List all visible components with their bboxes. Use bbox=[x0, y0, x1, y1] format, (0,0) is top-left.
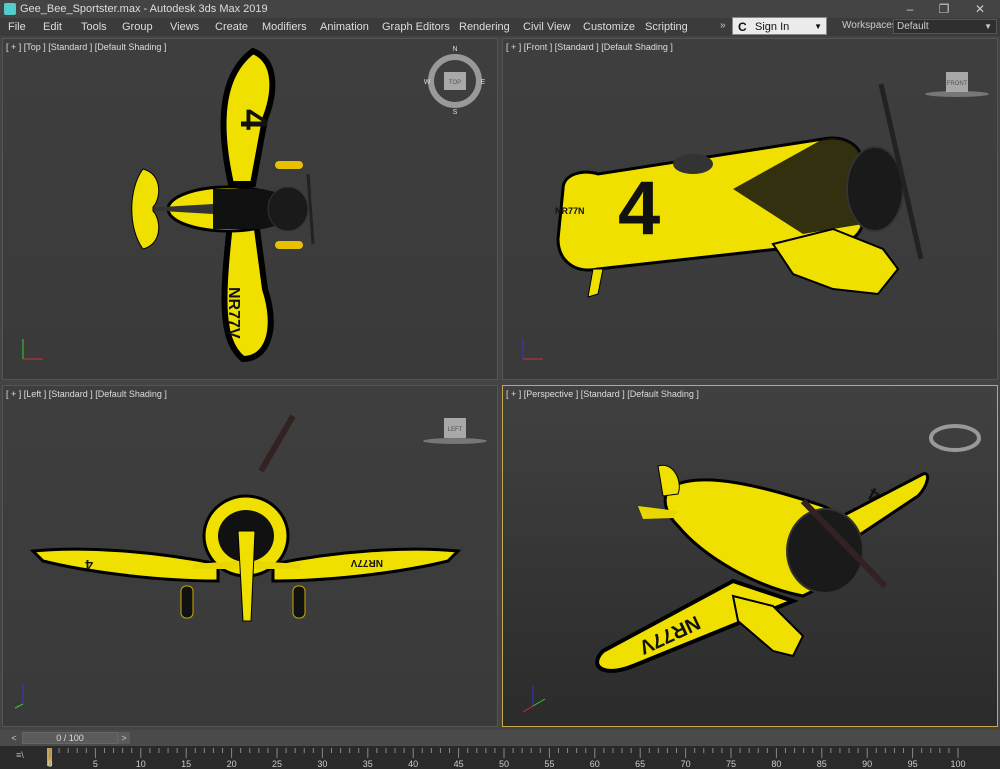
menu-group[interactable]: Group bbox=[122, 20, 153, 34]
compass-w: W bbox=[424, 79, 431, 86]
minimize-button[interactable]: – bbox=[893, 0, 927, 18]
viewport-top[interactable]: 4 NR77V N S W E TOP [ + ] [Top ] [Standa… bbox=[2, 38, 498, 380]
plane-number: 4 bbox=[85, 557, 93, 573]
ruler-tick-label: 55 bbox=[544, 759, 555, 769]
ruler-tick-label: 35 bbox=[362, 759, 373, 769]
viewport-top-canvas: 4 NR77V N S W E TOP bbox=[22, 46, 486, 363]
plane-number: 4 bbox=[618, 166, 660, 251]
ruler-tick-label: 80 bbox=[771, 759, 782, 769]
time-slider-bar: < 0 / 100 > bbox=[0, 730, 1000, 746]
ruler-tick-label: 75 bbox=[725, 759, 737, 769]
ruler-tick-label: 5 bbox=[92, 759, 98, 769]
viewport-left-canvas: 4 NR77V LEFT bbox=[14, 414, 487, 709]
plane-number: 4 bbox=[232, 109, 274, 130]
ruler-tick-label: 50 bbox=[498, 759, 510, 769]
axis-gizmo bbox=[522, 339, 543, 360]
view-cube-compass[interactable]: N S W E TOP bbox=[424, 46, 486, 116]
axis-gizmo bbox=[522, 686, 546, 713]
maximize-button[interactable]: ❐ bbox=[927, 0, 961, 18]
viewport-front-canvas: 4 NR77N FRONT bbox=[522, 72, 989, 360]
workspaces-label: Workspaces: bbox=[842, 20, 900, 31]
title-bar: Gee_Bee_Sportster.max - Autodesk 3ds Max… bbox=[0, 0, 1000, 18]
app-icon bbox=[4, 3, 16, 15]
sign-in-dropdown[interactable]: C Sign In ▼ bbox=[732, 17, 827, 35]
viewport-top-label[interactable]: [ + ] [Top ] [Standard ] [Default Shadin… bbox=[6, 42, 166, 52]
viewport-front-label[interactable]: [ + ] [Front ] [Standard ] [Default Shad… bbox=[506, 42, 673, 52]
ruler-tick-label: 30 bbox=[317, 759, 328, 769]
axis-gizmo bbox=[22, 339, 43, 360]
ruler-tick-label: 45 bbox=[453, 759, 464, 769]
ruler-tick-label: 20 bbox=[226, 759, 237, 769]
workspaces-select[interactable]: Default ▼ bbox=[893, 19, 997, 34]
chevron-down-icon: ▼ bbox=[984, 22, 992, 31]
window-title: Gee_Bee_Sportster.max - Autodesk 3ds Max… bbox=[20, 3, 268, 15]
overflow-chevron-icon[interactable]: » bbox=[720, 20, 726, 31]
ruler-tick-label: 100 bbox=[950, 759, 966, 769]
ruler-tick-label: 15 bbox=[181, 759, 192, 769]
plane-registration: NR77V bbox=[225, 287, 242, 339]
ruler-tick-label: 90 bbox=[862, 759, 873, 769]
time-slider[interactable]: 0 / 100 bbox=[22, 732, 118, 744]
ruler-tick-label: 25 bbox=[271, 759, 283, 769]
sign-in-label: Sign In bbox=[755, 21, 790, 33]
track-bar[interactable]: ≡\ 0 5 10 15 20 25 30 35 40 45 50 55 60 65 70 75 80 85 90 9… bbox=[0, 746, 1000, 769]
viewport-left[interactable]: 4 NR77V LEFT [ + ] [Left ] [Standard ] [… bbox=[2, 385, 498, 727]
viewport-perspective-label[interactable]: [ + ] [Perspective ] [Standard ] [Defaul… bbox=[506, 389, 699, 399]
previous-frame-button[interactable]: < bbox=[8, 732, 20, 744]
ruler-tick-label: 40 bbox=[408, 759, 419, 769]
compass-n: N bbox=[452, 46, 457, 53]
menu-modifiers[interactable]: Modifiers bbox=[262, 20, 307, 34]
chevron-down-icon: ▼ bbox=[814, 22, 822, 31]
plane-registration: NR77V bbox=[350, 557, 383, 568]
menu-animation[interactable]: Animation bbox=[320, 20, 369, 34]
menu-tools[interactable]: Tools bbox=[81, 20, 107, 34]
next-frame-button[interactable]: > bbox=[118, 732, 130, 744]
menu-rendering[interactable]: Rendering bbox=[459, 20, 510, 34]
view-cube-label: TOP bbox=[449, 80, 461, 86]
close-button[interactable]: ✕ bbox=[963, 0, 997, 18]
menu-file[interactable]: File bbox=[8, 20, 26, 34]
viewport-front[interactable]: 4 NR77N FRONT [ + ] [Front ] [Standard ]… bbox=[502, 38, 998, 380]
view-cube[interactable]: LEFT bbox=[423, 418, 487, 444]
menu-civil-view[interactable]: Civil View bbox=[523, 20, 570, 34]
ruler-tick-label: 70 bbox=[680, 759, 691, 769]
menu-scripting[interactable]: Scripting bbox=[645, 20, 688, 34]
viewport-perspective-canvas: NR77V 4 bbox=[522, 386, 981, 713]
plane-top-view bbox=[128, 47, 315, 363]
plane-registration: NR77N bbox=[555, 206, 585, 216]
plane-left-view bbox=[29, 414, 462, 622]
ruler-tick-label: 95 bbox=[907, 759, 918, 769]
view-cube[interactable] bbox=[929, 386, 981, 452]
ruler-tick-label: 10 bbox=[135, 759, 146, 769]
compass-e: E bbox=[481, 79, 486, 86]
user-icon: C bbox=[738, 20, 747, 34]
view-cube[interactable]: FRONT bbox=[925, 72, 989, 97]
menu-create[interactable]: Create bbox=[215, 20, 248, 34]
menu-edit[interactable]: Edit bbox=[43, 20, 62, 34]
ruler-tick-label: 0 bbox=[47, 759, 53, 769]
plane-front-view bbox=[556, 83, 924, 298]
workspaces-value: Default bbox=[897, 21, 929, 32]
menu-graph-editors[interactable]: Graph Editors bbox=[382, 20, 450, 34]
compass-s: S bbox=[453, 109, 458, 116]
axis-gizmo bbox=[14, 684, 24, 709]
menu-customize[interactable]: Customize bbox=[583, 20, 635, 34]
menu-views[interactable]: Views bbox=[170, 20, 199, 34]
ruler-tick-label: 60 bbox=[589, 759, 600, 769]
ruler-tick-label: 85 bbox=[816, 759, 827, 769]
view-cube-label: FRONT bbox=[947, 81, 968, 87]
viewport-perspective[interactable]: NR77V 4 [ + ] [Perspective ] [Standard ]… bbox=[502, 385, 998, 727]
ruler-tick-label: 65 bbox=[635, 759, 646, 769]
viewport-left-label[interactable]: [ + ] [Left ] [Standard ] [Default Shadi… bbox=[6, 389, 167, 399]
view-cube-label: LEFT bbox=[448, 427, 463, 433]
